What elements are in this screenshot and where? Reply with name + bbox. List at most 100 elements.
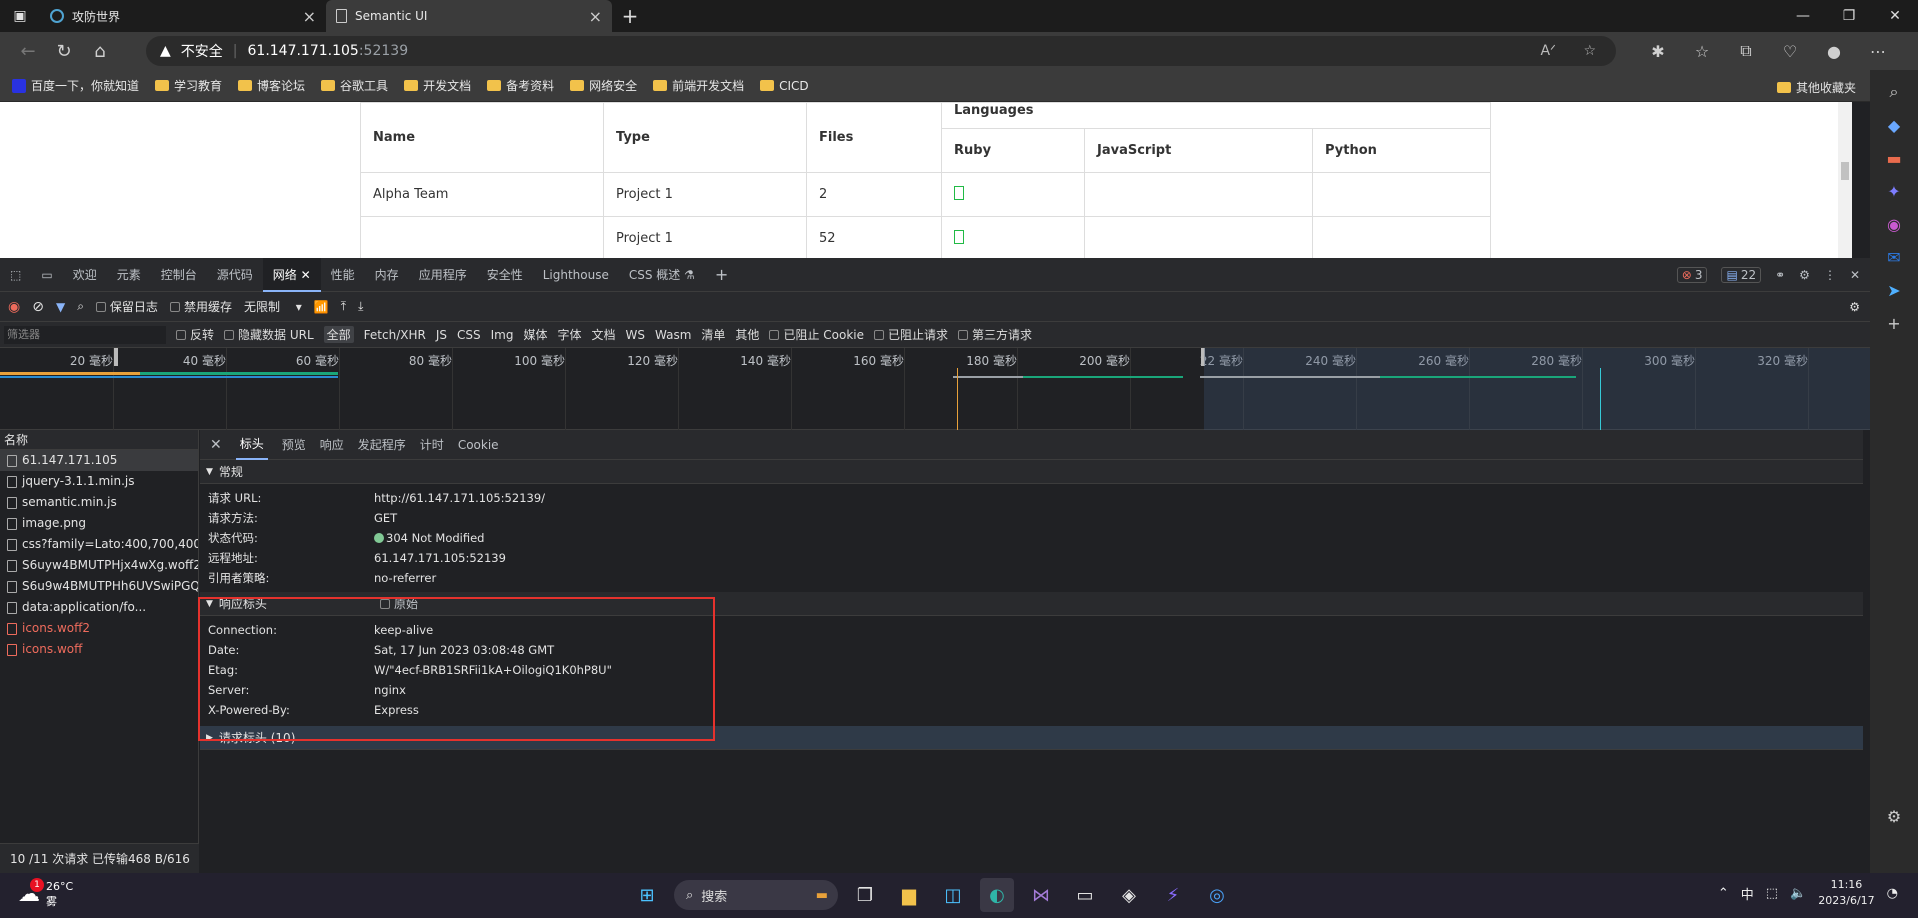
checkbox-box[interactable] (769, 329, 780, 340)
tab-console[interactable]: 控制台 (151, 258, 207, 292)
list-item[interactable]: icons.woff2 (0, 618, 198, 639)
blocked-cookie-checkbox[interactable]: 已阻止 Cookie (769, 326, 864, 343)
new-tab-icon[interactable]: + (612, 4, 648, 28)
filter-type-other[interactable]: 其他 (735, 326, 759, 343)
section-general-header[interactable]: ▼ 常规 (200, 460, 1863, 484)
games-icon[interactable]: ✦ (1887, 182, 1900, 201)
checkbox-box[interactable] (176, 329, 186, 340)
close-detail-icon[interactable]: ✕ (210, 437, 222, 453)
inspect-icon[interactable]: ⬚ (0, 258, 31, 292)
terminal-icon[interactable]: ▭ (1068, 878, 1102, 912)
extensions-icon[interactable]: ✱ (1636, 42, 1680, 61)
import-har-icon[interactable]: ⤒ (341, 299, 346, 314)
tab-security[interactable]: 安全性 (477, 258, 533, 292)
export-har-icon[interactable]: ⤓ (358, 299, 363, 314)
kebab-menu-icon[interactable]: ⋮ (1824, 268, 1836, 282)
tab-elements[interactable]: 元素 (107, 258, 151, 292)
hide-data-url-checkbox[interactable]: 隐藏数据 URL (224, 326, 314, 343)
filter-type-fetch[interactable]: Fetch/XHR (364, 328, 426, 342)
tab-initiator[interactable]: 发起程序 (358, 436, 406, 453)
tray-chevron-up-icon[interactable]: ⌃ (1718, 886, 1729, 901)
tab-css-overview[interactable]: CSS 概述 ⚗ (619, 258, 705, 292)
filter-type-all[interactable]: 全部 (323, 326, 354, 343)
filter-type-wasm[interactable]: Wasm (655, 328, 691, 342)
list-item[interactable]: semantic.min.js (0, 492, 198, 513)
errors-badge[interactable]: ⊗ 3 (1676, 267, 1708, 283)
app-icon[interactable]: ◈ (1112, 878, 1146, 912)
filter-type-img[interactable]: Img (491, 328, 514, 342)
filter-type-font[interactable]: 字体 (557, 326, 581, 343)
bookmark-folder[interactable]: 备考资料 (487, 77, 554, 94)
taskbar-search[interactable]: ⌕ 搜索 ▬ (674, 880, 838, 910)
checkbox-box[interactable] (958, 329, 968, 340)
weather-widget[interactable]: ☁ 1 26°C 雾 (18, 877, 73, 909)
filter-type-ws[interactable]: WS (626, 328, 645, 342)
tab-gongfang[interactable]: 攻防世界 × (40, 0, 326, 32)
close-tab-icon[interactable]: × (303, 7, 316, 26)
window-close-icon[interactable]: ✕ (1872, 0, 1918, 32)
section-request-headers-header[interactable]: ▶ 请求标头 (10) (200, 726, 1863, 750)
list-item[interactable]: image.png (0, 513, 198, 534)
bookmark-folder[interactable]: 网络安全 (570, 77, 637, 94)
network-icon[interactable]: ⬚ (1766, 886, 1778, 901)
favorites-icon[interactable]: ☆ (1680, 42, 1724, 61)
filter-type-manifest[interactable]: 清单 (701, 326, 725, 343)
checkbox-box[interactable] (169, 301, 180, 312)
edge-icon[interactable]: ◐ (980, 878, 1014, 912)
tab-memory[interactable]: 内存 (365, 258, 409, 292)
other-bookmarks[interactable]: 其他收藏夹 (1776, 79, 1856, 96)
store-icon[interactable]: ◫ (936, 878, 970, 912)
more-menu-icon[interactable]: ⋯ (1856, 42, 1900, 61)
collections-icon[interactable]: ⧉ (1724, 41, 1768, 61)
filter-type-css[interactable]: CSS (457, 328, 481, 342)
bookmark-folder[interactable]: 开发文档 (404, 77, 471, 94)
throttle-select[interactable]: 无限制 ▾ (244, 298, 302, 315)
tab-welcome[interactable]: 欢迎 (63, 258, 107, 292)
list-item[interactable]: S6u9w4BMUTPHh6UVSwiPGQ... (0, 576, 198, 597)
bookmark-baidu[interactable]: 百度一下，你就知道 (12, 77, 139, 94)
invert-checkbox[interactable]: 反转 (176, 326, 214, 343)
clock[interactable]: 11:16 2023/6/17 (1818, 877, 1874, 909)
close-tab-icon[interactable]: × (589, 7, 602, 26)
restore-icon[interactable]: ❐ (1826, 0, 1872, 32)
network-settings-icon[interactable]: ⚙ (1849, 300, 1860, 314)
devtools-close-icon[interactable]: ✕ (1850, 268, 1860, 282)
settings-gear-icon[interactable]: ⚙ (1799, 268, 1810, 282)
filter-type-doc[interactable]: 文档 (592, 326, 616, 343)
volume-icon[interactable]: 🔈 (1790, 886, 1806, 901)
raw-checkbox[interactable]: 原始 (380, 592, 418, 616)
outlook-icon[interactable]: ✉ (1887, 248, 1900, 267)
health-icon[interactable]: ♡ (1768, 42, 1812, 61)
shopping-icon[interactable]: ◆ (1888, 116, 1900, 135)
device-toggle-icon[interactable]: ▭ (31, 258, 62, 292)
tab-semantic-ui[interactable]: Semantic UI × (326, 0, 612, 32)
bolt-app-icon[interactable]: ⚡ (1156, 878, 1190, 912)
security-label[interactable]: 不安全 (181, 41, 223, 61)
tab-preview[interactable]: 预览 (282, 436, 306, 453)
url-field[interactable]: ▲ 不安全 | 61.147.171.105:52139 Aᐟ ☆ (146, 36, 1616, 66)
page-scrollbar[interactable] (1838, 102, 1852, 258)
third-party-checkbox[interactable]: 第三方请求 (958, 326, 1032, 343)
warning-icon[interactable]: ▲ (160, 43, 171, 59)
start-windows-icon[interactable]: ⊞ (630, 878, 664, 912)
tab-timing[interactable]: 计时 (420, 436, 444, 453)
tab-cookie[interactable]: Cookie (458, 438, 499, 452)
tools-icon[interactable]: ▬ (1886, 149, 1901, 168)
profile-avatar[interactable]: ● (1812, 42, 1856, 61)
name-column-header[interactable]: 名称 (0, 430, 198, 450)
selection-start-handle[interactable] (114, 348, 118, 366)
disable-cache-checkbox[interactable]: 禁用缓存 (169, 298, 232, 315)
filter-type-media[interactable]: 媒体 (523, 326, 547, 343)
refresh-icon[interactable]: ↻ (46, 41, 82, 62)
back-icon[interactable]: ← (10, 41, 46, 62)
blocked-requests-checkbox[interactable]: 已阻止请求 (873, 326, 948, 343)
ime-indicator[interactable]: 中 (1741, 884, 1754, 903)
tab-sources[interactable]: 源代码 (207, 258, 263, 292)
bookmark-folder[interactable]: 谷歌工具 (321, 77, 388, 94)
list-item[interactable]: icons.woff (0, 639, 198, 660)
bookmark-folder[interactable]: 前端开发文档 (653, 77, 744, 94)
search-icon[interactable]: ⌕ (77, 299, 84, 314)
favorite-star-icon[interactable]: ☆ (1583, 43, 1596, 59)
more-tabs-icon[interactable]: + (705, 258, 738, 292)
read-aloud-icon[interactable]: Aᐟ (1540, 43, 1556, 59)
